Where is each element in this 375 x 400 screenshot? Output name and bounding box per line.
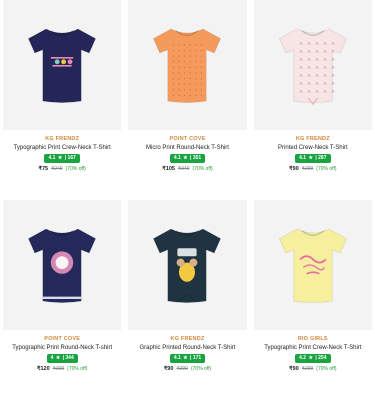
product-card[interactable]: KG FRENDZ Typographic Print Crew-Neck T-… [3, 0, 122, 200]
product-image[interactable] [3, 0, 122, 130]
product-title[interactable]: Typographic Print Round-Neck T-shirt [12, 345, 112, 351]
rating-badge: 4.1 ★ | 167 [44, 154, 80, 163]
star-icon: ★ [55, 355, 61, 361]
brand-name: KG FRENDZ [170, 336, 205, 342]
rating-badge: 4.1 ★ | 171 [169, 354, 206, 363]
original-price: ₹299 [301, 166, 314, 172]
rating-separator: | [62, 355, 65, 361]
discount-label: (70% off) [67, 366, 88, 372]
brand-name: KG FRENDZ [45, 136, 80, 142]
product-card[interactable]: KG FRENDZ Graphic Printed Round-Neck T-S… [128, 200, 247, 400]
original-price: ₹399 [52, 366, 65, 372]
review-count: 351 [192, 155, 202, 161]
product-title[interactable]: Typographic Print Crew-Neck T-Shirt [264, 345, 361, 351]
original-price: ₹349 [177, 166, 190, 172]
review-count: 344 [65, 355, 74, 361]
current-price: ₹120 [36, 366, 50, 372]
rating-badge: 4.1 ★ | 351 [169, 154, 206, 163]
rating-badge: 4.2 ★ | 254 [295, 354, 331, 363]
discount-label: (70% off) [190, 366, 212, 372]
brand-name: POINT COVE [44, 336, 81, 342]
current-price: ₹75 [38, 166, 49, 172]
star-icon: ★ [57, 155, 63, 161]
product-title[interactable]: Printed Crew-Neck T-Shirt [278, 145, 348, 151]
product-image[interactable] [253, 0, 372, 130]
review-count: 167 [67, 155, 76, 161]
review-count: 171 [192, 355, 202, 361]
rating-badge: 4.1 ★ | 287 [295, 154, 331, 163]
original-price: ₹249 [51, 166, 63, 172]
price-row: ₹90 ₹299 (70% off) [289, 366, 336, 372]
price-row: ₹90 ₹299 (70% off) [289, 166, 336, 172]
star-icon: ★ [308, 355, 313, 361]
rating-badge: 4 ★ | 344 [46, 354, 78, 363]
price-row: ₹75 ₹249 (70% off) [38, 166, 85, 172]
product-image[interactable] [128, 200, 247, 330]
current-price: ₹105 [162, 166, 175, 172]
review-count: 254 [318, 355, 327, 361]
tshirt-graphic [278, 228, 347, 303]
rating-separator: | [64, 155, 67, 161]
tshirt-graphic [153, 28, 222, 103]
tshirt-graphic [28, 28, 97, 103]
discount-label: (70% off) [316, 166, 337, 172]
rating-separator: | [190, 355, 192, 361]
product-title[interactable]: Graphic Printed Round-Neck T-Shirt [140, 345, 236, 351]
rating-value: 4.1 [299, 155, 307, 161]
brand-name: POINT COVE [169, 136, 206, 142]
star-icon: ★ [183, 355, 188, 361]
tshirt-graphic [278, 28, 347, 106]
price-row: ₹105 ₹349 (70% off) [162, 166, 212, 172]
rating-value: 4.1 [173, 355, 181, 361]
product-card[interactable]: RIO GIRLS Typographic Print Crew-Neck T-… [253, 200, 372, 400]
rating-separator: | [190, 155, 192, 161]
rating-value: 4.1 [48, 155, 56, 161]
product-image[interactable] [128, 0, 247, 130]
discount-label: (70% off) [192, 166, 213, 172]
tshirt-graphic [153, 228, 222, 303]
product-card[interactable]: KG FRENDZ Printed Crew-Neck T-Shirt 4.1 … [253, 0, 372, 200]
original-price: ₹299 [301, 366, 314, 372]
product-image[interactable] [253, 200, 372, 330]
discount-label: (70% off) [65, 166, 86, 172]
discount-label: (70% off) [316, 366, 337, 372]
price-row: ₹120 ₹399 (70% off) [37, 366, 87, 372]
rating-value: 4 [50, 355, 54, 361]
price-row: ₹90 ₹299 (70% off) [164, 366, 211, 372]
product-card[interactable]: POINT COVE Typographic Print Round-Neck … [3, 200, 122, 400]
current-price: ₹90 [163, 366, 174, 372]
star-icon: ★ [183, 155, 188, 161]
rating-value: 4.1 [173, 155, 181, 161]
product-grid: KG FRENDZ Typographic Print Crew-Neck T-… [0, 0, 375, 400]
product-title[interactable]: Micro Print Round-Neck T-Shirt [146, 145, 229, 151]
tshirt-graphic [28, 228, 97, 303]
review-count: 287 [318, 155, 327, 161]
rating-separator: | [315, 155, 317, 161]
rating-separator: | [315, 355, 317, 361]
current-price: ₹90 [289, 166, 299, 172]
brand-name: KG FRENDZ [295, 136, 330, 142]
product-card[interactable]: POINT COVE Micro Print Round-Neck T-Shir… [128, 0, 247, 200]
rating-value: 4.2 [299, 355, 307, 361]
product-title[interactable]: Typographic Print Crew-Neck T-Shirt [14, 145, 111, 151]
star-icon: ★ [308, 155, 313, 161]
product-image[interactable] [3, 200, 122, 330]
original-price: ₹299 [176, 366, 188, 372]
brand-name: RIO GIRLS [297, 336, 328, 342]
current-price: ₹90 [289, 366, 299, 372]
